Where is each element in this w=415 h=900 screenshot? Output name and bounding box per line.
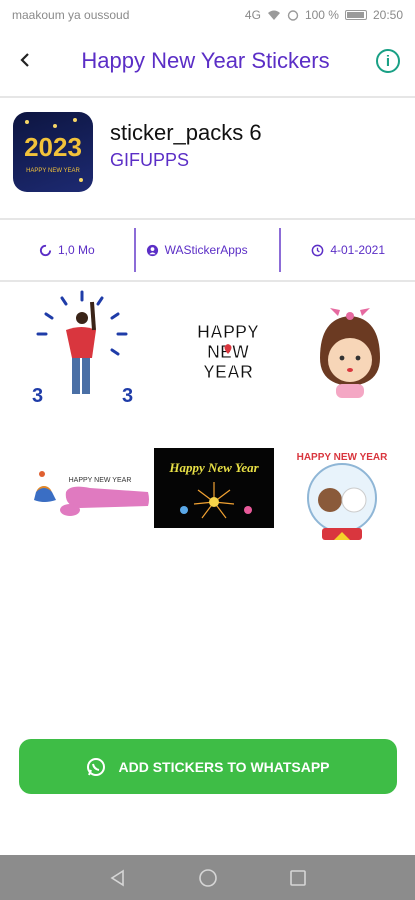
pack-size: 1,0 Mo: [0, 243, 134, 257]
page-title: Happy New Year Stickers: [81, 48, 330, 73]
battery-label: 100 %: [304, 8, 339, 22]
sticker-fireworks-text: Happy New Year: [168, 460, 259, 475]
whatsapp-icon: [87, 757, 106, 776]
meta-divider: [279, 228, 282, 272]
add-to-whatsapp-label: ADD STICKERS TO WHATSAPP: [118, 758, 330, 775]
sticker-digit-left: 3: [32, 385, 43, 407]
battery-icon: [344, 10, 367, 20]
sticker-globe-bears[interactable]: HAPPY NEW YEAR: [282, 434, 402, 554]
add-to-whatsapp-button[interactable]: ADD STICKERS TO WHATSAPP: [19, 739, 397, 794]
storage-icon: [39, 244, 52, 256]
system-nav-bar: [0, 855, 415, 900]
pack-publisher: WAStickerApps: [136, 243, 280, 258]
status-bar: maakoum ya oussoud 4G 100 % 20:50: [0, 0, 415, 30]
pack-publisher-value: WAStickerApps: [164, 242, 248, 257]
sticker-cartoon-girl[interactable]: [290, 288, 410, 408]
sticker-grid: 3 3 HAPPY NEW YEAR HAPPY NEW YEAR Happy …: [0, 288, 415, 568]
sticker-globe-text: HAPPY NEW YEAR: [297, 452, 389, 463]
back-button[interactable]: [0, 47, 50, 75]
sticker-line-happy: HAPPY: [197, 322, 259, 342]
arrow-back-icon: [20, 53, 29, 67]
pack-author: GIFUPPS: [110, 150, 190, 170]
sticker-happy-new-year-text[interactable]: HAPPY NEW YEAR: [168, 288, 288, 408]
sticker-fireworks[interactable]: Happy New Year: [154, 434, 274, 554]
clock-icon: [311, 244, 324, 256]
status-icons: 4G 100 % 20:50: [245, 8, 403, 22]
nav-recents-icon[interactable]: [288, 868, 308, 888]
pack-icon-subtitle: HAPPY NEW YEAR: [26, 168, 80, 174]
pack-icon-year: 2023: [24, 132, 82, 162]
sticker-digit-right: 3: [122, 385, 133, 407]
sticker-sleeping-cat[interactable]: HAPPY NEW YEAR: [30, 434, 150, 554]
sticker-clock-woman[interactable]: 3 3: [22, 288, 142, 408]
alarm-icon: [287, 10, 299, 21]
pack-meta-row: 1,0 Mo WAStickerApps 4-01-2021: [0, 218, 415, 282]
carrier-label: maakoum ya oussoud: [12, 8, 130, 22]
meta-divider: [133, 228, 136, 272]
sticker-cat-text: HAPPY NEW YEAR: [69, 477, 132, 484]
pack-size-value: 1,0 Mo: [57, 243, 95, 257]
pack-name: sticker_packs 6: [110, 120, 262, 145]
sticker-line-year: YEAR: [203, 362, 253, 382]
nav-back-icon[interactable]: [108, 868, 128, 888]
app-bar: Happy New Year Stickers i: [0, 36, 415, 86]
pack-date-value: 4-01-2021: [330, 243, 386, 257]
pack-tray-icon: 2023 HAPPY NEW YEAR: [13, 112, 93, 192]
info-icon: i: [376, 49, 400, 73]
account-icon: [146, 244, 158, 256]
wifi-icon: [267, 10, 280, 20]
info-button[interactable]: i: [361, 49, 415, 73]
nav-home-icon[interactable]: [198, 868, 218, 888]
clock-label: 20:50: [372, 8, 403, 22]
pack-header: 2023 HAPPY NEW YEAR sticker_packs 6 GIFU…: [0, 96, 415, 216]
signal-label: 4G: [244, 8, 261, 22]
pack-date: 4-01-2021: [281, 243, 415, 257]
